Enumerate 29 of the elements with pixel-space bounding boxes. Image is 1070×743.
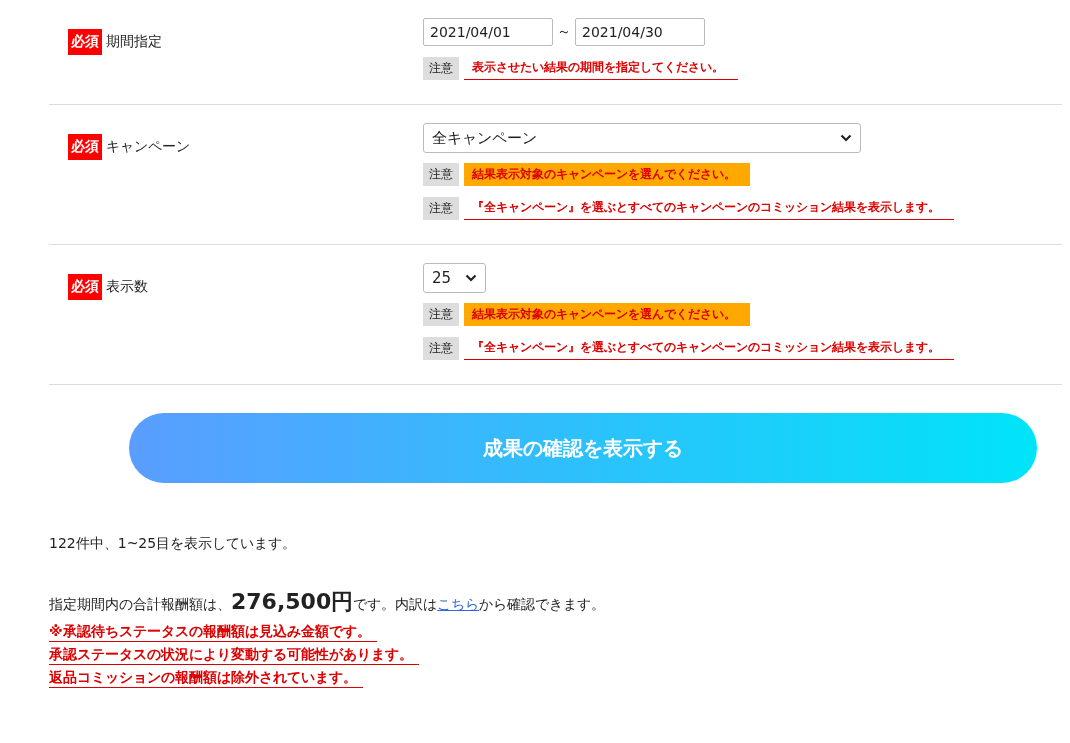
- field-label: 表示数: [106, 278, 148, 296]
- warning-text: ※承認待ちステータスの報酬額は見込み金額です。: [49, 623, 377, 642]
- note-tag: 注意: [423, 303, 459, 326]
- chevron-down-icon: [840, 134, 852, 142]
- note-tag: 注意: [423, 336, 459, 360]
- warning-text: 承認ステータスの状況により変動する可能性があります。: [49, 646, 419, 665]
- chevron-down-icon: [465, 274, 477, 282]
- start-date-field[interactable]: 2021/04/01: [423, 18, 553, 46]
- range-separator: ～: [557, 23, 571, 41]
- end-date-field[interactable]: 2021/04/30: [575, 18, 705, 46]
- dropdown-select[interactable]: 全キャンペーン: [423, 123, 861, 153]
- required-badge: 必須: [68, 274, 102, 300]
- note-text: 『全キャンペーン』を選ぶとすべてのキャンペーンのコミッション結果を表示します。: [464, 196, 954, 220]
- warning-text: 返品コミッションの報酬額は除外されています。: [49, 669, 363, 688]
- note-text: 表示させたい結果の期間を指定してください。: [464, 56, 738, 80]
- required-badge: 必須: [68, 134, 102, 160]
- note-text: 結果表示対象のキャンペーンを選んでください。: [464, 303, 750, 326]
- note-tag: 注意: [423, 56, 459, 80]
- field-label: 期間指定: [106, 33, 162, 51]
- summary-text: 指定期間内の合計報酬額は、276,500円です。内訳は こちらから確認できます。: [49, 588, 607, 616]
- details-link[interactable]: こちら: [437, 596, 480, 612]
- note-text: 『全キャンペーン』を選ぶとすべてのキャンペーンのコミッション結果を表示します。: [464, 336, 954, 360]
- note-text: 結果表示対象のキャンペーンを選んでください。: [464, 163, 750, 186]
- dropdown-select[interactable]: 25: [423, 263, 486, 293]
- note-tag: 注意: [423, 163, 459, 186]
- field-label: キャンペーン: [106, 138, 190, 156]
- required-badge: 必須: [68, 29, 102, 55]
- note-tag: 注意: [423, 196, 459, 220]
- result-count-text: 122件中、1~25目を表示しています。: [49, 535, 298, 553]
